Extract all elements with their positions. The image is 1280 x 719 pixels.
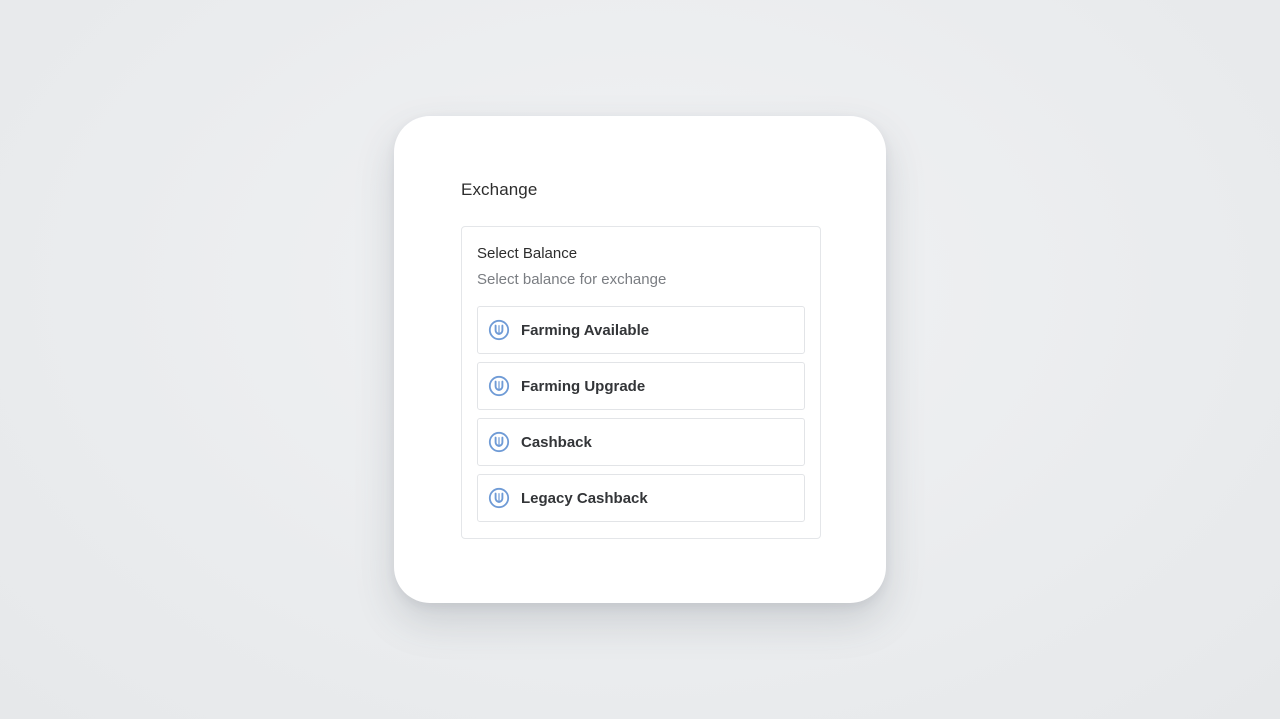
exchange-modal: Exchange Select Balance Select balance f…: [394, 116, 886, 603]
select-balance-panel: Select Balance Select balance for exchan…: [461, 226, 821, 539]
balance-option-label: Cashback: [521, 433, 592, 451]
balance-option-label: Farming Upgrade: [521, 377, 646, 395]
balance-option-label: Legacy Cashback: [521, 489, 648, 507]
panel-subtitle: Select balance for exchange: [477, 271, 667, 288]
u-coin-icon: [488, 319, 510, 341]
balance-option-label: Farming Available: [521, 321, 650, 339]
balance-option-legacy-cashback[interactable]: Legacy Cashback: [477, 474, 805, 522]
balance-option-farming-upgrade[interactable]: Farming Upgrade: [477, 362, 805, 410]
u-coin-icon: [488, 487, 510, 509]
u-coin-icon: [488, 431, 510, 453]
balance-option-farming-available[interactable]: Farming Available: [477, 306, 805, 354]
u-coin-icon: [488, 375, 510, 397]
balance-option-cashback[interactable]: Cashback: [477, 418, 805, 466]
balance-options-list: Farming Available Farming Upgrade Cashba…: [477, 306, 805, 522]
panel-title: Select Balance: [477, 245, 578, 262]
modal-title: Exchange: [461, 180, 538, 199]
